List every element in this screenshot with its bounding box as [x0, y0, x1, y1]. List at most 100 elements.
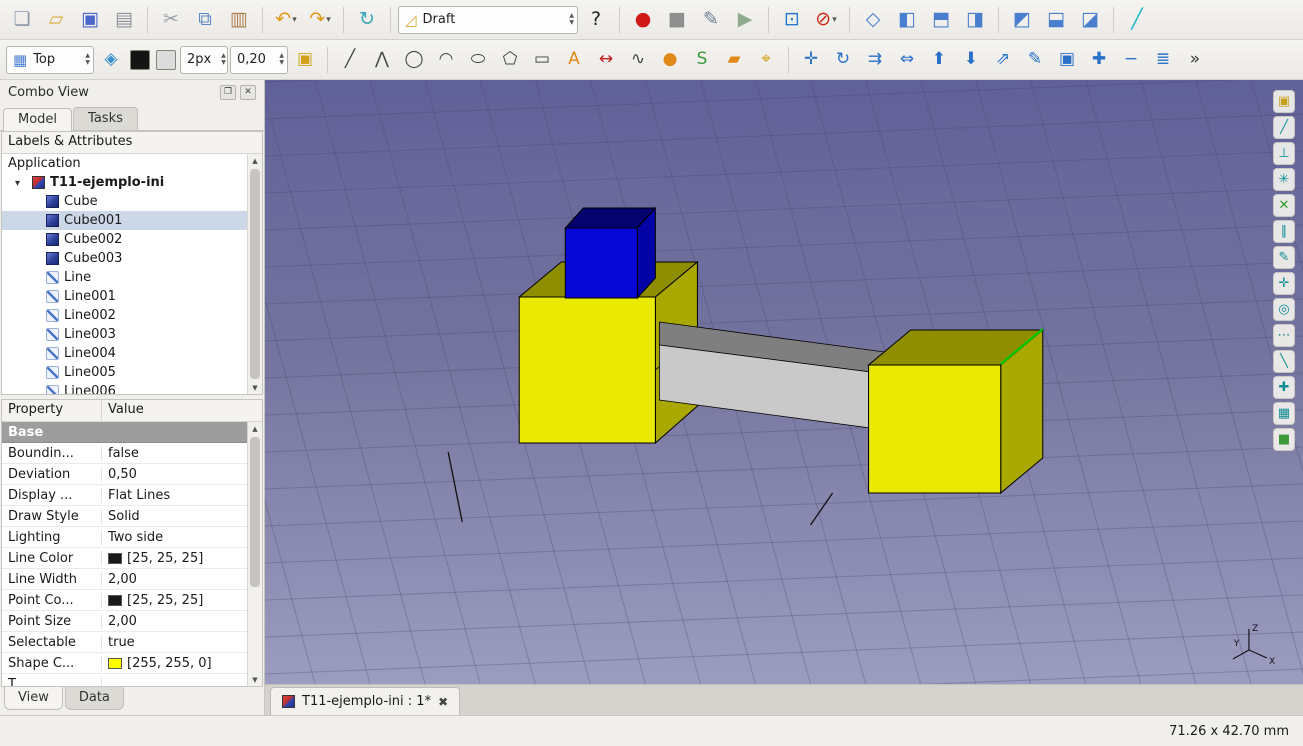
draft-add-point-button[interactable]: ✚ [1084, 45, 1114, 75]
view-top-button[interactable]: ⬒ [925, 5, 957, 35]
line-width-input-stepper-icon[interactable]: ▲ ▼ [217, 53, 226, 66]
draft-layer-button[interactable]: ≣ [1148, 45, 1178, 75]
draft-remove-point-button[interactable]: − [1116, 45, 1146, 75]
draft-label-button[interactable]: ⌖ [751, 45, 781, 75]
clip-plane-dropdown-icon[interactable]: ▾ [832, 15, 837, 25]
scroll-up-icon[interactable]: ▲ [248, 422, 262, 435]
draft-shapestring-button[interactable]: S [687, 45, 717, 75]
scroll-down-icon[interactable]: ▼ [248, 673, 262, 686]
new-document-button[interactable]: ❏ [6, 5, 38, 35]
property-value[interactable]: [255, 255, 0] [102, 656, 247, 671]
font-size-input-stepper-icon[interactable]: ▲ ▼ [275, 53, 284, 66]
face-color-swatch[interactable] [156, 49, 176, 70]
draft-bspline-button[interactable]: ∿ [623, 45, 653, 75]
macro-record-button[interactable]: ● [627, 5, 659, 35]
tree-item[interactable]: Cube [2, 192, 247, 211]
snap-perpendicular-button[interactable]: ⊥ [1273, 142, 1295, 165]
property-row[interactable]: Display ... Flat Lines [2, 485, 247, 506]
close-panel-icon[interactable]: ✕ [240, 84, 256, 100]
paste-button[interactable]: ▥ [223, 5, 255, 35]
draft-polygon-button[interactable]: ⬠ [495, 45, 525, 75]
draft-point-button[interactable]: ● [655, 45, 685, 75]
snap-grid-button[interactable]: ▦ [1273, 402, 1295, 425]
redo-dropdown-icon[interactable]: ▾ [326, 15, 331, 25]
tree-item[interactable]: Line004 [2, 344, 247, 363]
undo-button[interactable]: ↶ ▾ [270, 5, 302, 35]
undo-dropdown-icon[interactable]: ▾ [292, 15, 297, 25]
draft-wire-button[interactable]: ⋀ [367, 45, 397, 75]
property-row[interactable]: Point Co... [25, 25, 25] [2, 590, 247, 611]
property-value[interactable]: 2,00 [102, 572, 247, 587]
print-button[interactable]: ▤ [108, 5, 140, 35]
redo-button[interactable]: ↷ ▾ [304, 5, 336, 35]
property-row[interactable]: Deviation 0,50 [2, 464, 247, 485]
draft-edit-button[interactable]: ✎ [1020, 45, 1050, 75]
tree-item[interactable]: Line005 [2, 363, 247, 382]
draft-text-button[interactable]: A [559, 45, 589, 75]
property-scrollbar[interactable]: ▲ ▼ [247, 422, 262, 686]
property-value[interactable]: [25, 25, 25] [102, 551, 247, 566]
close-tab-icon[interactable]: ✖ [438, 695, 448, 709]
tab[interactable]: Model [3, 108, 73, 131]
clip-plane-button[interactable]: ⊘ ▾ [810, 5, 842, 35]
property-row[interactable]: Boundin... false [2, 443, 247, 464]
view-front-button[interactable]: ◧ [891, 5, 923, 35]
draft-ellipse-button[interactable]: ⬭ [463, 45, 493, 75]
snap-near-button[interactable]: ✕ [1273, 194, 1295, 217]
scroll-down-icon[interactable]: ▼ [248, 381, 262, 394]
tree-item-application[interactable]: Application [2, 154, 247, 173]
property-row[interactable]: Base [2, 422, 247, 443]
tree-item[interactable]: Cube003 [2, 249, 247, 268]
snap-endpoint-button[interactable]: ╱ [1273, 116, 1295, 139]
snap-center-button[interactable]: ◎ [1273, 298, 1295, 321]
draft-line-button[interactable]: ╱ [335, 45, 365, 75]
tree-item-document[interactable]: T11-ejemplo-ini [2, 173, 247, 192]
measure-button[interactable]: ╱ [1121, 5, 1153, 35]
blue-cube[interactable] [564, 206, 657, 300]
gray-bar[interactable] [658, 321, 886, 429]
scroll-thumb[interactable] [250, 169, 260, 379]
line-color-swatch[interactable] [130, 49, 150, 70]
working-plane-selector[interactable]: ▦ Top ▲ ▼ [6, 45, 94, 74]
property-row[interactable]: Shape C... [255, 255, 0] [2, 653, 247, 674]
draft-subelement-button[interactable]: ▣ [1052, 45, 1082, 75]
draft-scale-button[interactable]: ⇗ [988, 45, 1018, 75]
view-rear-button[interactable]: ◩ [1006, 5, 1038, 35]
save-document-button[interactable]: ▣ [74, 5, 106, 35]
property-value[interactable]: Two side [102, 530, 247, 545]
property-row[interactable]: Line Color [25, 25, 25] [2, 548, 247, 569]
tree-item[interactable]: Line006 [2, 382, 247, 394]
snap-intersection-button[interactable]: ✚ [1273, 376, 1295, 399]
undock-panel-icon[interactable]: ❐ [220, 84, 236, 100]
draft-line-object[interactable] [809, 492, 834, 526]
font-size-input[interactable]: 0,20 ▲ ▼ [230, 45, 288, 74]
draft-line-object[interactable] [447, 451, 463, 523]
macro-stop-button[interactable]: ■ [661, 5, 693, 35]
property-row[interactable]: T... [2, 674, 247, 686]
property-row[interactable]: Selectable true [2, 632, 247, 653]
whats-this-button[interactable]: ? [580, 5, 612, 35]
workbench-selector[interactable]: ◿ Draft ▲ ▼ [398, 5, 578, 34]
copy-button[interactable]: ⧉ [189, 5, 221, 35]
view-bottom-button[interactable]: ⬓ [1040, 5, 1072, 35]
line-width-input[interactable]: 2px ▲ ▼ [180, 45, 228, 74]
view-right-button[interactable]: ◨ [959, 5, 991, 35]
property-row[interactable]: Draw Style Solid [2, 506, 247, 527]
property-value[interactable]: Flat Lines [102, 488, 247, 503]
tab[interactable]: View [4, 687, 63, 710]
view-axonometric-button[interactable]: ◇ [857, 5, 889, 35]
workbench-selector-stepper-icon[interactable]: ▲ ▼ [565, 13, 574, 26]
tree-item[interactable]: Cube002 [2, 230, 247, 249]
draft-dimension-button[interactable]: ↔ [591, 45, 621, 75]
draft-upgrade-button[interactable]: ⬆ [924, 45, 954, 75]
expander-icon[interactable] [15, 175, 27, 190]
scroll-up-icon[interactable]: ▲ [248, 154, 262, 167]
snap-midpoint-button[interactable]: ╲ [1273, 350, 1295, 373]
snap-angle-button[interactable]: ✳ [1273, 168, 1295, 191]
tab[interactable]: Data [64, 687, 124, 710]
draft-downgrade-button[interactable]: ⬇ [956, 45, 986, 75]
tree-scrollbar[interactable]: ▲ ▼ [247, 154, 262, 394]
draft-trimex-button[interactable]: ⇔ [892, 45, 922, 75]
view-left-button[interactable]: ◪ [1074, 5, 1106, 35]
tree-item[interactable]: Line001 [2, 287, 247, 306]
